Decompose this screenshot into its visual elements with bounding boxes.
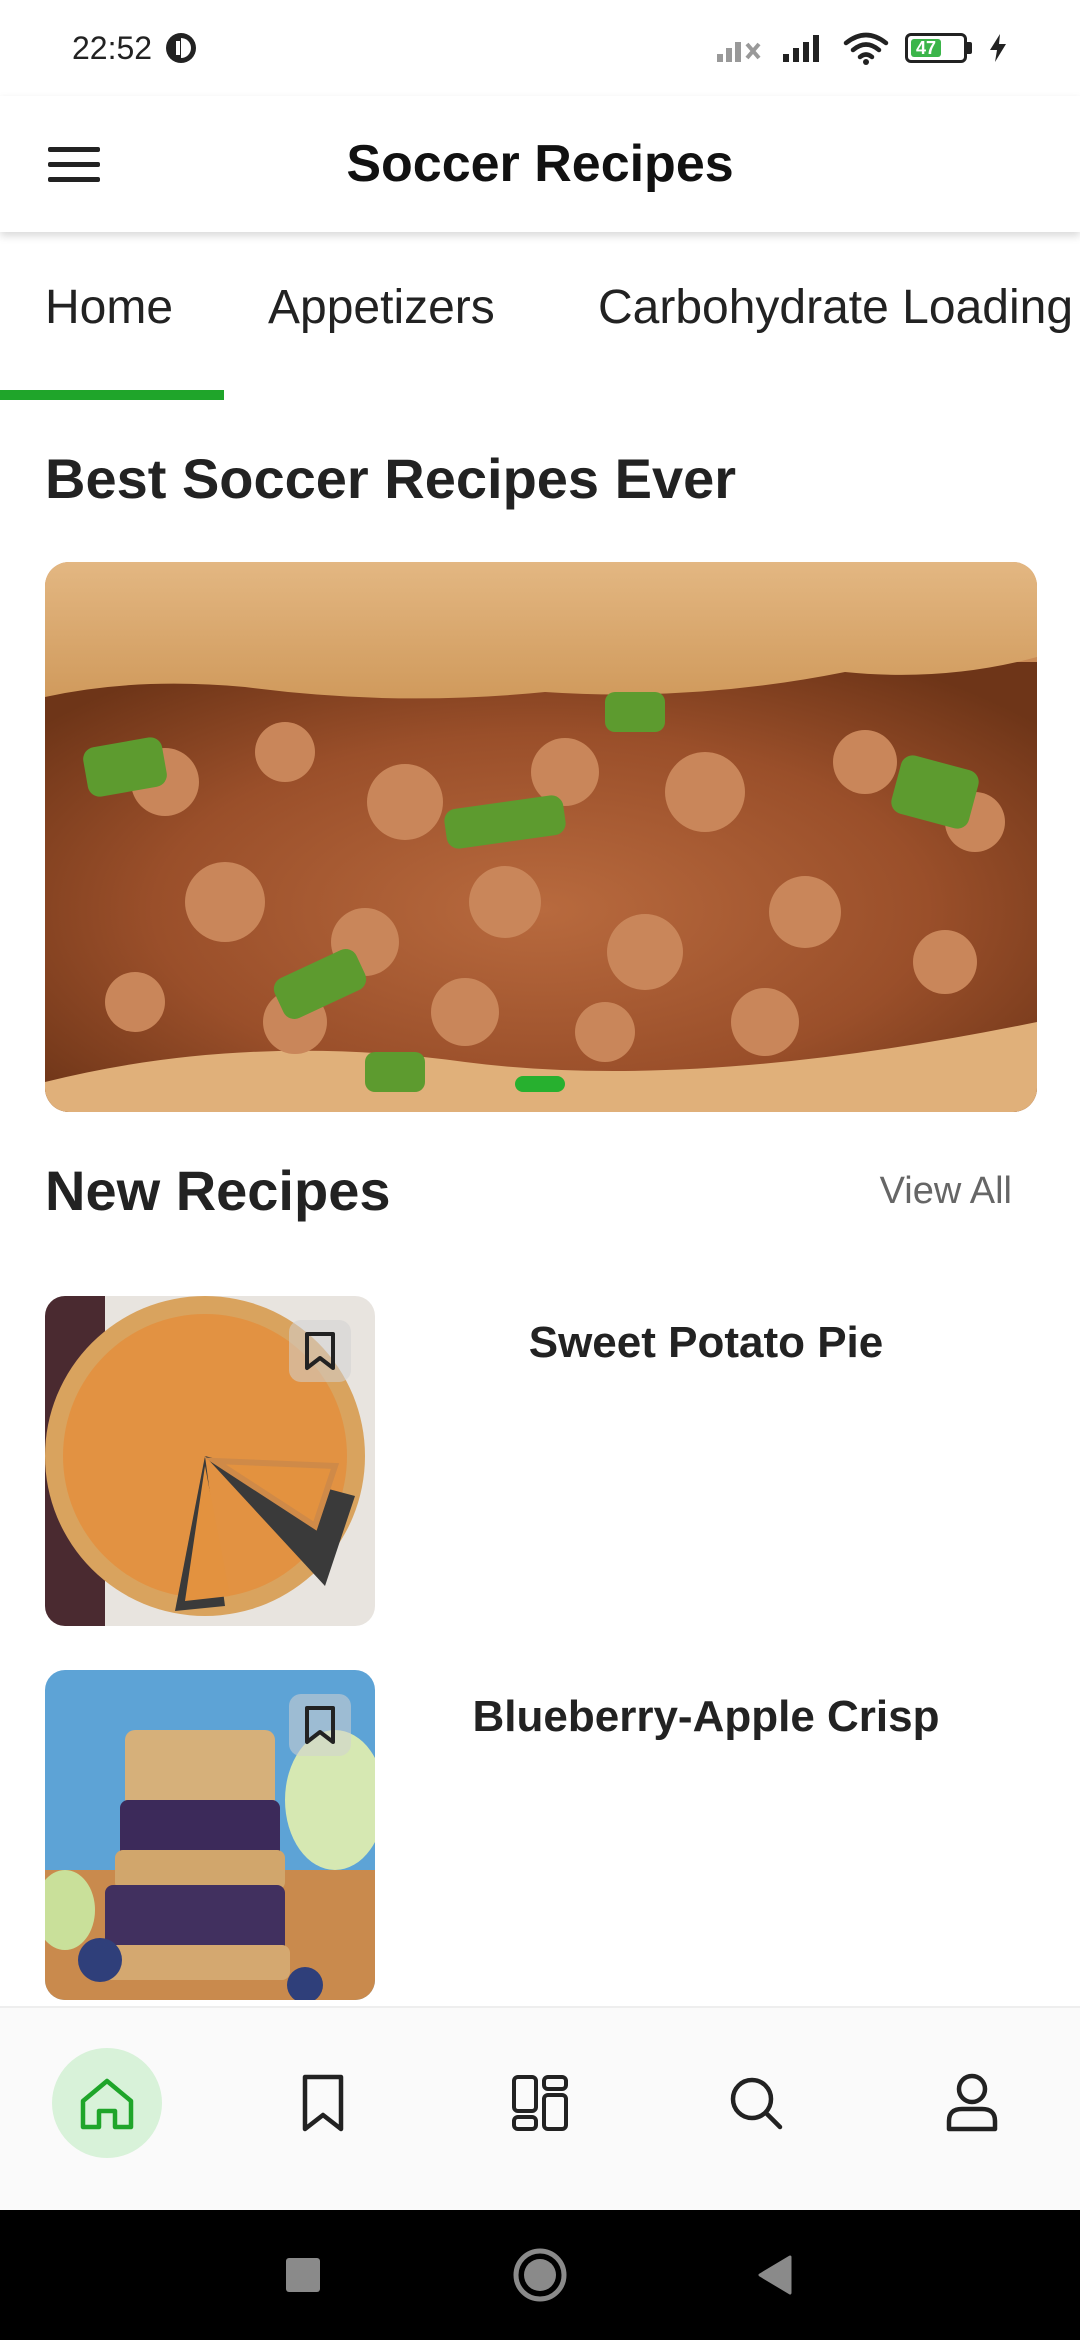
system-navigation-bar [0,2210,1080,2340]
tab-home[interactable]: Home [45,280,173,335]
bottom-navigation [0,2006,1080,2210]
signal-no-sim-icon [717,42,761,62]
new-recipes-heading: New Recipes [45,1159,391,1222]
circle-home-icon [513,2248,567,2302]
recipe-card[interactable]: Blueberry-Apple Crisp [45,1670,1037,2000]
bookmark-icon [302,2074,344,2132]
bookmark-button[interactable] [289,1320,351,1382]
profile-icon [946,2073,998,2132]
hamburger-menu-icon[interactable] [48,136,108,192]
recipe-thumbnail [45,1296,375,1626]
featured-heading: Best Soccer Recipes Ever [45,447,737,510]
bookmark-icon [305,1706,335,1744]
app-title: Soccer Recipes [346,135,734,193]
home-icon [80,2078,134,2130]
bookmark-icon [305,1332,335,1370]
back-triangle-icon [758,2255,792,2295]
category-tabs: Home Appetizers Carbohydrate Loading [0,240,1080,400]
tab-indicator [0,390,224,400]
search-icon [730,2077,783,2130]
bookmark-button[interactable] [289,1694,351,1756]
nav-home[interactable] [52,2048,162,2158]
recipe-title: Blueberry-Apple Crisp [472,1692,940,1741]
wifi-icon [843,32,889,65]
square-icon [286,2258,320,2292]
nav-profile[interactable] [917,2048,1027,2158]
battery-level: 47 [911,38,941,58]
nav-categories[interactable] [485,2048,595,2158]
back-button[interactable] [740,2240,810,2310]
app-bar: Soccer Recipes [0,96,1080,232]
status-right: 47 [715,31,1008,65]
nav-bookmarks[interactable] [268,2048,378,2158]
battery-indicator: 47 [905,33,972,63]
home-system-button[interactable] [505,2240,575,2310]
recents-button[interactable] [268,2240,338,2310]
recipe-thumbnail [45,1670,375,2000]
featured-carousel[interactable] [45,562,1037,1112]
tab-carbohydrate-loading[interactable]: Carbohydrate Loading [598,280,1073,335]
carousel-dot-active[interactable] [515,1076,565,1092]
recipe-title: Sweet Potato Pie [528,1318,884,1367]
charging-icon [990,34,1006,62]
tab-appetizers[interactable]: Appetizers [268,280,495,335]
status-left: 22:52 [72,30,198,67]
recipe-card[interactable]: Sweet Potato Pie [45,1296,1037,1626]
status-bar: 22:52 47 [0,0,1080,96]
view-all-link[interactable]: View All [880,1170,1012,1213]
nav-search[interactable] [701,2048,811,2158]
signal-icon [783,35,819,62]
status-time: 22:52 [72,29,153,66]
featured-recipe-image [45,562,1037,1112]
categories-icon [512,2075,568,2131]
data-saver-icon [166,33,197,63]
